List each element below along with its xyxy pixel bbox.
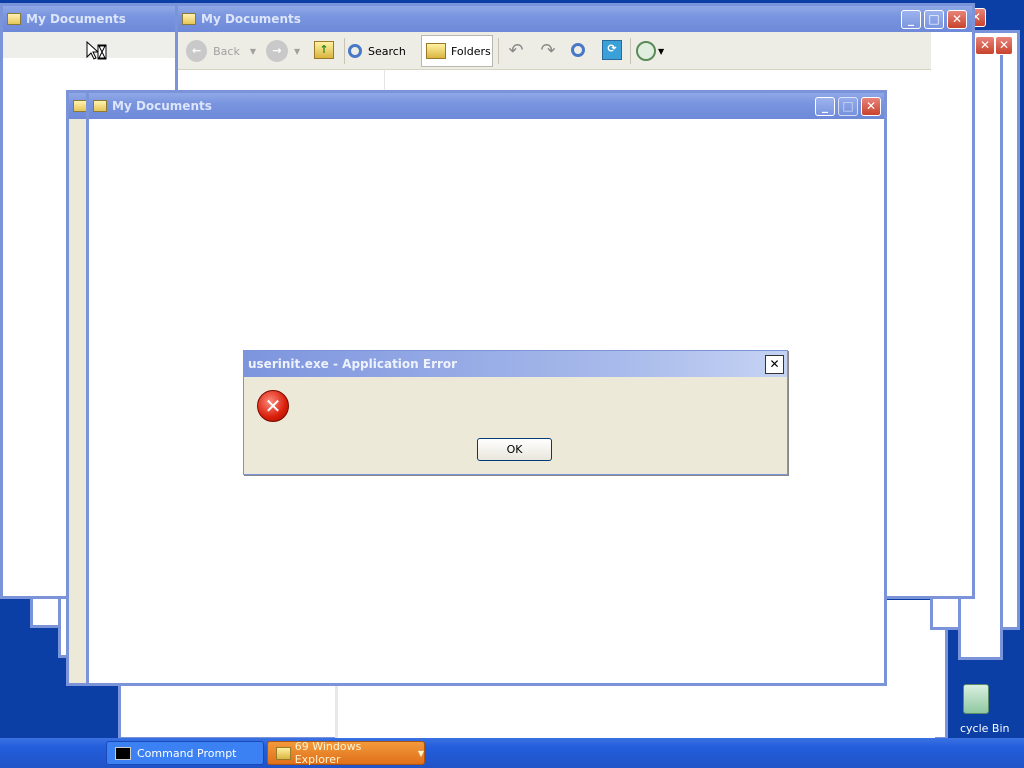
close-icon[interactable]: ✕ <box>975 36 995 55</box>
recycle-bin-label: cycle Bin <box>960 722 1010 735</box>
forward-arrow-icon: → <box>266 40 288 62</box>
undo-icon: ↶ <box>508 40 524 61</box>
taskbar-command-prompt[interactable]: Command Prompt <box>106 741 264 765</box>
minimize-button[interactable]: _ <box>901 10 921 29</box>
up-folder-button[interactable]: ↑ <box>314 38 340 64</box>
find-button[interactable] <box>568 40 592 62</box>
folder-icon <box>73 100 87 112</box>
error-x-icon: ✕ <box>257 390 289 422</box>
dialog-close-button[interactable]: ✕ <box>765 355 784 374</box>
magnifier-icon <box>571 43 585 57</box>
refresh-button[interactable]: ⟳ <box>602 40 624 62</box>
command-prompt-label: Command Prompt <box>137 746 237 760</box>
close-button[interactable]: ✕ <box>947 10 967 29</box>
maximize-button[interactable]: □ <box>924 10 944 29</box>
ok-label: OK <box>506 443 523 456</box>
chevron-down-icon: ▼ <box>249 46 256 56</box>
forward-button[interactable]: → ▼ <box>266 38 306 64</box>
toolbar-separator <box>344 38 345 64</box>
folder-icon <box>7 13 21 25</box>
window-titlebar[interactable]: My Documents <box>89 93 884 119</box>
toolbar-separator <box>498 38 499 64</box>
folder-icon <box>182 13 196 25</box>
window-title: My Documents <box>201 12 301 26</box>
up-folder-icon: ↑ <box>314 41 334 59</box>
toolbar-separator <box>630 38 631 64</box>
close-button[interactable]: ✕ <box>861 97 881 116</box>
taskbar-explorer-group[interactable]: 69 Windows Explorer ▼ <box>267 740 425 766</box>
folder-icon <box>276 746 291 760</box>
command-prompt-icon <box>115 746 131 760</box>
back-label: Back <box>213 44 240 58</box>
window-titlebar[interactable]: My Documents <box>178 6 972 32</box>
chevron-down-icon: ▼ <box>417 748 424 758</box>
dialog-title: userinit.exe - Application Error <box>248 357 458 371</box>
recycle-bin-icon <box>963 684 989 714</box>
search-label: Search <box>368 44 406 58</box>
chevron-down-icon: ▼ <box>294 46 301 56</box>
clock-icon <box>636 41 656 61</box>
standard-toolbar: ← Back ▼ → ▼ ↑ Search Folders ↶ ↷ ⟳ ▼ <box>178 32 931 70</box>
close-icon[interactable]: ✕ <box>995 36 1013 55</box>
back-arrow-icon: ← <box>186 40 208 62</box>
search-icon <box>348 44 362 58</box>
redo-icon: ↷ <box>540 40 556 61</box>
window-titlebar[interactable]: My Documents <box>3 6 187 32</box>
explorer-group-label: 69 Windows Explorer <box>294 740 362 766</box>
window-title: My Documents <box>112 99 212 113</box>
minimize-button[interactable]: _ <box>815 97 835 116</box>
history-button[interactable]: ▼ <box>636 40 670 62</box>
chevron-down-icon: ▼ <box>658 46 665 56</box>
folder-icon <box>93 100 107 112</box>
folders-label: Folders <box>451 44 491 58</box>
application-error-dialog[interactable]: userinit.exe - Application Error ✕ ✕ OK <box>243 350 788 475</box>
search-button[interactable]: Search <box>348 38 414 64</box>
dialog-titlebar[interactable]: userinit.exe - Application Error <box>244 351 787 377</box>
maximize-button[interactable]: □ <box>838 97 858 116</box>
refresh-icon: ⟳ <box>602 40 622 60</box>
window-title: My Documents <box>26 12 126 26</box>
folders-icon <box>426 43 446 59</box>
hourglass-cursor-icon <box>86 40 107 61</box>
back-button[interactable]: ← Back ▼ <box>186 38 256 64</box>
redo-button[interactable]: ↷ <box>536 40 560 62</box>
undo-button[interactable]: ↶ <box>504 40 528 62</box>
folders-button[interactable]: Folders <box>421 35 493 67</box>
recycle-bin-desktop-icon[interactable]: cycle Bin <box>952 684 1022 740</box>
ok-button[interactable]: OK <box>477 438 552 461</box>
